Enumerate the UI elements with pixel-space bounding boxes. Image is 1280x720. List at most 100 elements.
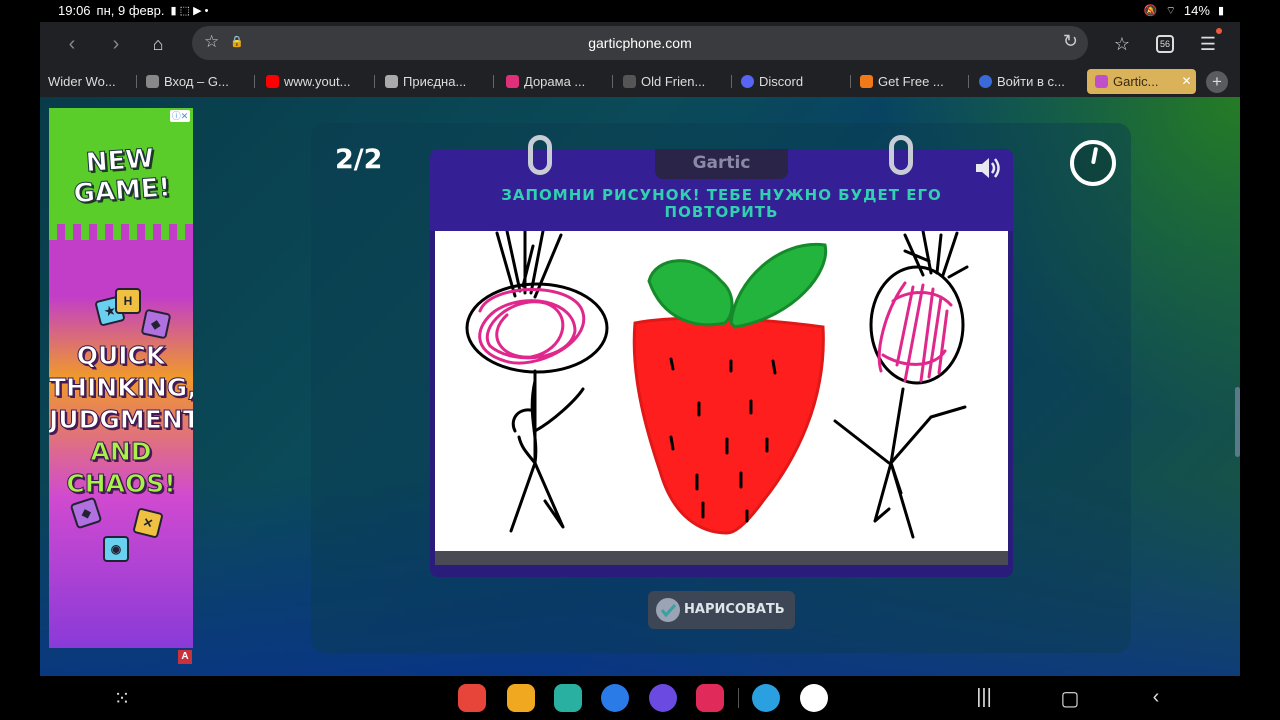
prompt-card: Gartic ЗАПОМНИ РИСУНОК! ТЕБЕ НУЖНО БУДЕТ… xyxy=(430,135,1013,577)
round-counter: 2/2 xyxy=(335,144,383,175)
browser-toolbar: ‹ › ⌂ ☆ 🔒 garticphone.com ↻ ☆ 56 ☰ xyxy=(40,22,1240,66)
ad-card-icon: H xyxy=(115,288,141,314)
tab-favicon xyxy=(979,75,992,88)
calendar-app-icon[interactable] xyxy=(554,684,582,712)
home-icon[interactable]: ⌂ xyxy=(146,32,170,56)
tab-count-button[interactable]: 56 xyxy=(1156,35,1174,53)
google-app-icon[interactable] xyxy=(800,684,828,712)
ad-headline: NEW GAME! xyxy=(72,143,172,210)
tab-item[interactable]: www.yout... xyxy=(266,69,366,94)
tab-item[interactable]: Дорама ... xyxy=(506,69,606,94)
tab-divider xyxy=(612,75,613,88)
tab-label: Войти в с... xyxy=(997,74,1065,89)
tab-item[interactable]: Get Free ... xyxy=(860,69,960,94)
browser-app-icon[interactable] xyxy=(649,684,677,712)
camera-app-icon[interactable] xyxy=(696,684,724,712)
instruction-text: ЗАПОМНИ РИСУНОК! ТЕБЕ НУЖНО БУДЕТ ЕГО ПО… xyxy=(501,186,942,221)
screen: 19:06 пн, 9 февр. ▮ ⬚ ▶ • 🔕 ⌔ 14% ▮ ‹ › … xyxy=(0,0,1280,720)
ad-line: CHAOS! xyxy=(66,469,176,499)
tab-item[interactable]: Discord xyxy=(741,69,841,94)
ad-banner[interactable]: ⓘ✕ NEW GAME! ★ H ◆ QUICK THINKING, JUDGM… xyxy=(49,108,193,648)
discord-icon xyxy=(741,75,754,88)
check-icon xyxy=(656,598,680,622)
ad-choices-badge[interactable]: A xyxy=(178,650,192,664)
status-time: 19:06 xyxy=(58,3,91,18)
ad-card-icon: ✕ xyxy=(132,507,164,539)
ad-line: AND xyxy=(90,437,152,467)
bookmarks-icon[interactable]: ☆ xyxy=(1110,32,1134,56)
binder-ring xyxy=(528,135,552,175)
strawberry xyxy=(632,242,828,535)
ad-line: QUICK xyxy=(76,341,166,371)
tab-label: Discord xyxy=(759,74,804,89)
tab-item[interactable]: Войти в с... xyxy=(979,69,1079,94)
tab-divider xyxy=(968,75,969,88)
reload-icon[interactable]: ↻ xyxy=(1063,31,1078,52)
ad-info-icon[interactable]: ⓘ✕ xyxy=(170,110,190,122)
telegram-app-icon[interactable] xyxy=(752,684,780,712)
mute-icon: 🔕 xyxy=(1143,5,1158,17)
ad-body: QUICK THINKING, JUDGMENT AND CHAOS! xyxy=(49,340,193,500)
url-text: garticphone.com xyxy=(588,35,692,51)
tab-divider xyxy=(254,75,255,88)
sound-icon[interactable] xyxy=(973,155,1003,181)
drawing-canvas xyxy=(435,229,1008,551)
gartic-logo: Gartic xyxy=(655,149,788,179)
tab-divider xyxy=(731,75,732,88)
tab-label: Приєдна... xyxy=(403,74,467,89)
draw-button[interactable]: НАРИСОВАТЬ xyxy=(648,591,795,629)
address-bar[interactable]: ☆ 🔒 garticphone.com ↻ xyxy=(192,26,1088,60)
tab-favicon xyxy=(623,75,636,88)
tab-label: www.yout... xyxy=(284,74,351,89)
tab-item-active[interactable]: Gartic... ✕ xyxy=(1087,69,1196,94)
tab-favicon xyxy=(146,75,159,88)
battery-icon: ▮ xyxy=(1217,5,1224,17)
card-bottom-strip xyxy=(435,551,1008,565)
forward-icon[interactable]: › xyxy=(104,32,128,56)
tab-favicon xyxy=(385,75,398,88)
back-icon[interactable]: ‹ xyxy=(60,32,84,56)
home-nav-icon[interactable]: ▢ xyxy=(1058,686,1082,711)
close-tab-icon[interactable]: ✕ xyxy=(1182,69,1192,94)
tab-item[interactable]: Вход – G... xyxy=(146,69,246,94)
youtube-icon xyxy=(266,75,279,88)
menu-icon[interactable]: ☰ xyxy=(1196,32,1220,56)
tab-item[interactable]: Приєдна... xyxy=(385,69,485,94)
ad-card-icon: ◉ xyxy=(103,536,129,562)
files-app-icon[interactable] xyxy=(507,684,535,712)
ad-zigzag xyxy=(49,224,193,240)
tab-divider xyxy=(850,75,851,88)
gartic-favicon xyxy=(1095,75,1108,88)
tab-divider xyxy=(493,75,494,88)
tab-favicon xyxy=(506,75,519,88)
messages-app-icon[interactable] xyxy=(601,684,629,712)
ad-line: THINKING, xyxy=(49,373,193,403)
ad-card-icon: ◆ xyxy=(140,308,172,340)
tab-label: Wider Wo... xyxy=(48,74,116,89)
new-tab-button[interactable]: + xyxy=(1206,71,1228,93)
tab-item[interactable]: Wider Wo... xyxy=(48,69,128,94)
beet-figure-left xyxy=(465,229,609,533)
tab-divider xyxy=(374,75,375,88)
tab-label: Вход – G... xyxy=(164,74,229,89)
tab-divider xyxy=(136,75,137,88)
status-date: пн, 9 февр. xyxy=(96,3,165,18)
binder-ring xyxy=(889,135,913,175)
draw-button-label: НАРИСОВАТЬ xyxy=(684,602,785,617)
timer-icon xyxy=(1070,140,1116,186)
apps-grid-icon[interactable]: ⁙ xyxy=(110,686,134,711)
tab-label: Get Free ... xyxy=(878,74,944,89)
recent-apps-icon[interactable]: ||| xyxy=(972,686,996,709)
back-nav-icon[interactable]: ‹ xyxy=(1144,686,1168,709)
beet-figure-right xyxy=(833,229,969,539)
tab-label: Gartic... xyxy=(1113,74,1159,89)
scrollbar[interactable] xyxy=(1235,387,1240,457)
tab-item[interactable]: Old Frien... xyxy=(623,69,723,94)
drawing xyxy=(465,229,969,539)
tab-strip: Wider Wo... Вход – G... www.yout... Приє… xyxy=(40,66,1240,97)
notes-app-icon[interactable] xyxy=(458,684,486,712)
status-bar: 19:06 пн, 9 февр. ▮ ⬚ ▶ • 🔕 ⌔ 14% ▮ xyxy=(40,0,1240,22)
update-dot xyxy=(1216,28,1222,34)
tab-label: Old Frien... xyxy=(641,74,706,89)
ad-card-icon: ◆ xyxy=(69,496,103,530)
